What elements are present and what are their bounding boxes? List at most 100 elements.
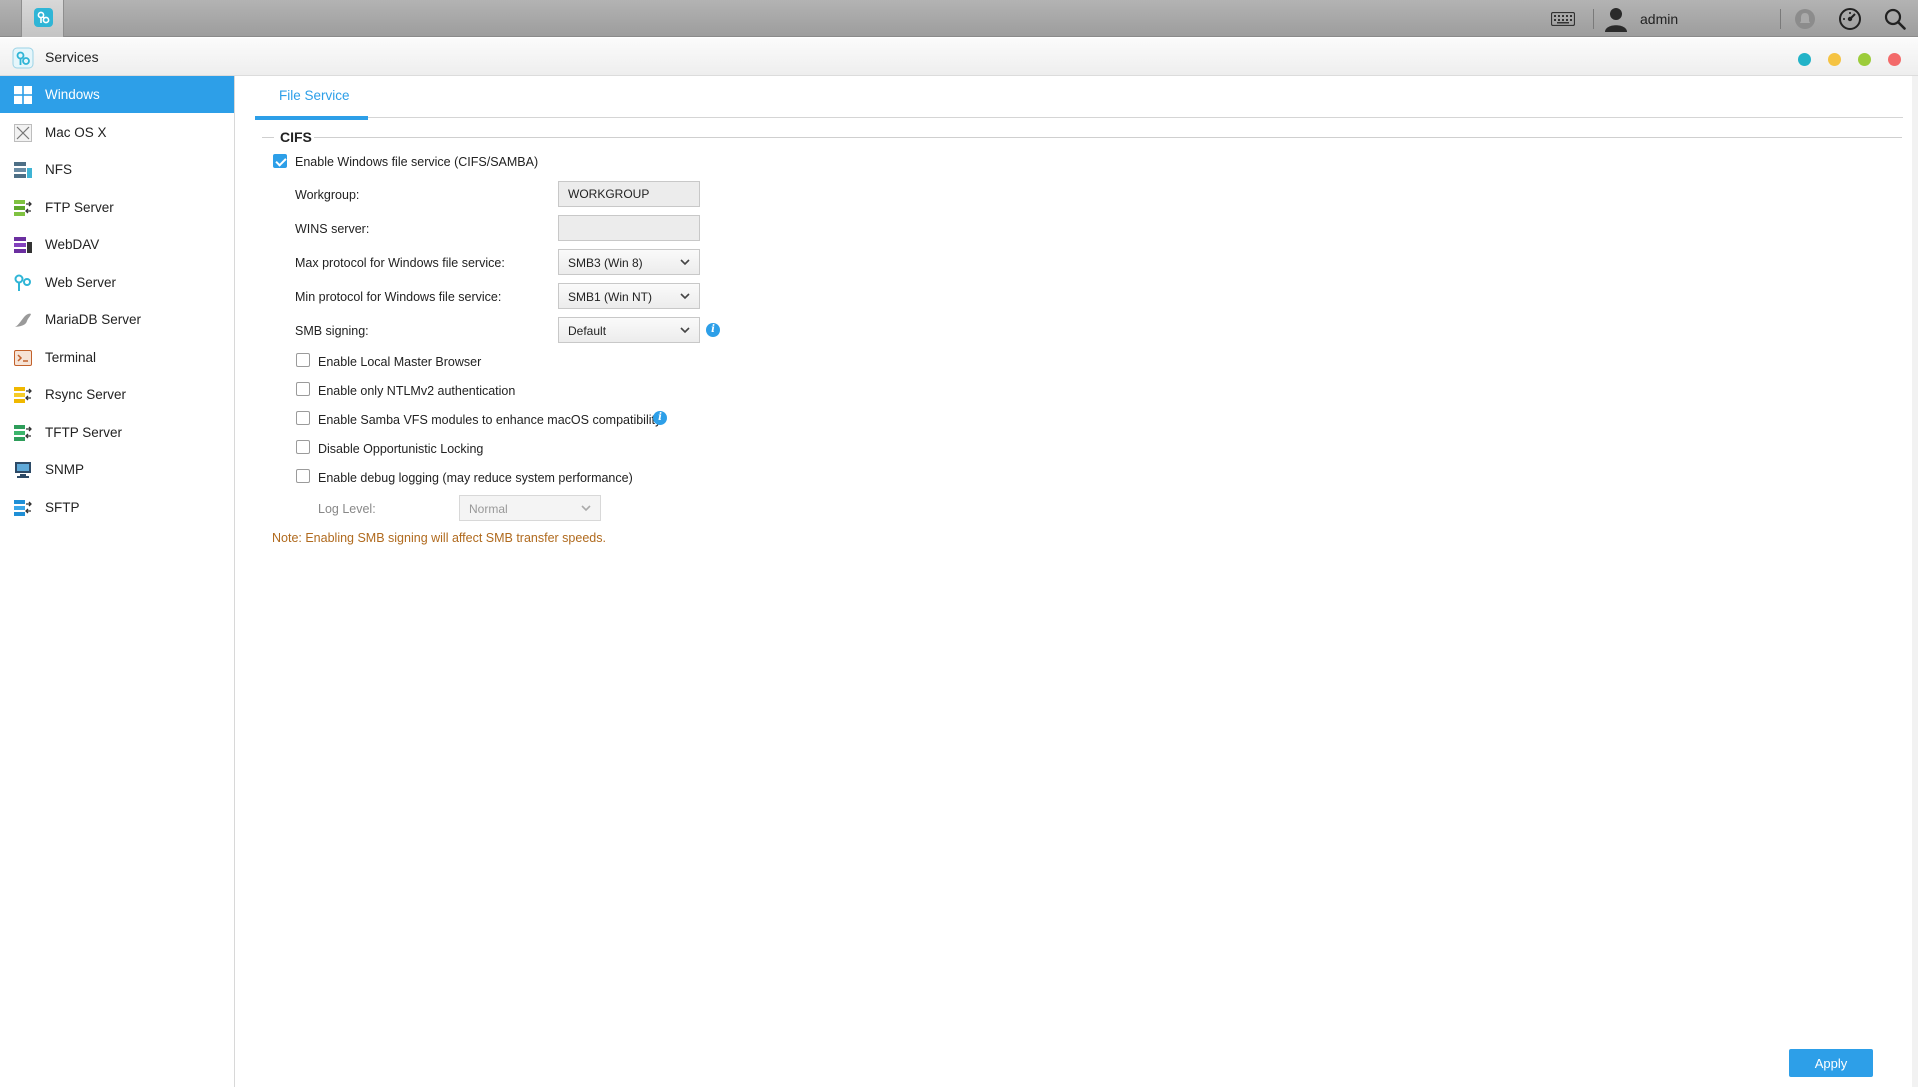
local-master-browser-label: Enable Local Master Browser bbox=[318, 355, 482, 369]
debug-logging-checkbox[interactable] bbox=[296, 469, 310, 483]
settings-panel: File Service CIFS Enable Windows file se… bbox=[236, 76, 1918, 1087]
sidebar-item-mariadb-server[interactable]: MariaDB Server bbox=[0, 301, 234, 338]
tftp-server-icon bbox=[14, 424, 32, 441]
sidebar-item-nfs[interactable]: NFS bbox=[0, 151, 234, 188]
sidebar-item-label: SNMP bbox=[45, 462, 85, 477]
sidebar-item-label: MariaDB Server bbox=[45, 312, 142, 327]
terminal-icon bbox=[14, 349, 32, 366]
section-divider bbox=[314, 137, 1902, 138]
section-title-cifs: CIFS bbox=[280, 129, 312, 145]
smb-signing-value: Default bbox=[568, 324, 607, 338]
disable-oplocks-checkbox[interactable] bbox=[296, 440, 310, 454]
ntlmv2-only-checkbox[interactable] bbox=[296, 382, 310, 396]
nfs-icon bbox=[14, 162, 32, 178]
log-level-label: Log Level: bbox=[318, 502, 376, 516]
min-protocol-value: SMB1 (Win NT) bbox=[568, 290, 652, 304]
dashboard-gauge-icon[interactable] bbox=[1838, 0, 1862, 37]
sidebar-item-label: FTP Server bbox=[45, 199, 114, 215]
sidebar-item-webdav[interactable]: WebDAV bbox=[0, 226, 234, 263]
taskbar-separator bbox=[1593, 9, 1594, 29]
user-avatar-icon bbox=[1605, 7, 1627, 32]
smb-signing-select[interactable]: Default bbox=[558, 317, 700, 343]
workgroup-label: Workgroup: bbox=[295, 188, 360, 202]
samba-vfs-label: Enable Samba VFS modules to enhance macO… bbox=[318, 413, 664, 427]
samba-vfs-info-icon[interactable]: i bbox=[653, 411, 667, 425]
chevron-down-icon bbox=[680, 259, 690, 266]
window-dot-green[interactable] bbox=[1858, 53, 1871, 66]
window-titlebar: Services bbox=[0, 38, 1918, 76]
rsync-server-icon bbox=[14, 387, 32, 403]
ntlmv2-only-label: Enable only NTLMv2 authentication bbox=[318, 384, 516, 398]
log-level-select[interactable]: Normal bbox=[459, 495, 601, 521]
sidebar-item-label: Rsync Server bbox=[45, 387, 127, 402]
sidebar-item-web-server[interactable]: Web Server bbox=[0, 264, 234, 301]
sidebar-item-ftp-server[interactable]: FTP Server bbox=[0, 189, 234, 226]
enable-cifs-checkbox[interactable] bbox=[273, 154, 287, 168]
sidebar-item-label: Windows bbox=[45, 87, 100, 102]
chevron-down-icon bbox=[581, 505, 591, 512]
sidebar-item-mac-os-x[interactable]: Mac OS X bbox=[0, 114, 234, 151]
max-protocol-select[interactable]: SMB3 (Win 8) bbox=[558, 249, 700, 275]
min-protocol-select[interactable]: SMB1 (Win NT) bbox=[558, 283, 700, 309]
chevron-down-icon bbox=[680, 293, 690, 300]
wins-server-label: WINS server: bbox=[295, 222, 370, 236]
window-close-dot-red[interactable] bbox=[1888, 53, 1901, 66]
services-window-icon bbox=[12, 47, 34, 69]
sidebar-item-tftp-server[interactable]: TFTP Server bbox=[0, 414, 234, 451]
web-server-icon bbox=[14, 274, 31, 291]
local-master-browser-checkbox[interactable] bbox=[296, 353, 310, 367]
tab-bar: File Service bbox=[255, 76, 1903, 120]
sidebar-item-label: TFTP Server bbox=[45, 424, 123, 440]
mac-os-icon bbox=[14, 123, 32, 142]
sidebar-item-windows[interactable]: Windows bbox=[0, 76, 234, 113]
sidebar-item-label: Web Server bbox=[45, 274, 117, 290]
services-sidebar: Windows Mac OS X NFS FTP Server WebDAV W… bbox=[0, 76, 235, 1087]
taskbar-services-app[interactable] bbox=[22, 0, 64, 37]
sidebar-item-label: WebDAV bbox=[45, 237, 100, 252]
keyboard-icon[interactable] bbox=[1551, 0, 1575, 37]
window-dot-yellow[interactable] bbox=[1828, 53, 1841, 66]
sidebar-item-label: SFTP bbox=[45, 499, 80, 515]
user-menu[interactable]: admin bbox=[1604, 0, 1678, 37]
wins-server-input[interactable] bbox=[558, 215, 700, 241]
apply-button[interactable]: Apply bbox=[1789, 1049, 1873, 1077]
window-scrollbar[interactable] bbox=[1912, 76, 1918, 1087]
debug-logging-label: Enable debug logging (may reduce system … bbox=[318, 471, 633, 485]
notification-icon[interactable] bbox=[1794, 0, 1816, 37]
active-tab-indicator bbox=[255, 116, 368, 120]
workgroup-input[interactable] bbox=[558, 181, 700, 207]
mariadb-icon bbox=[15, 313, 31, 327]
sidebar-item-label: Mac OS X bbox=[45, 124, 107, 140]
window-dot-teal[interactable] bbox=[1798, 53, 1811, 66]
max-protocol-value: SMB3 (Win 8) bbox=[568, 256, 643, 270]
enable-cifs-label: Enable Windows file service (CIFS/SAMBA) bbox=[295, 155, 539, 169]
ftp-server-icon bbox=[14, 199, 32, 216]
smb-signing-info-icon[interactable]: i bbox=[706, 323, 720, 337]
chevron-down-icon bbox=[680, 327, 690, 334]
smb-signing-label: SMB signing: bbox=[295, 324, 369, 338]
services-app-icon bbox=[34, 8, 53, 27]
windows-icon bbox=[14, 86, 32, 104]
sidebar-item-label: NFS bbox=[45, 162, 72, 177]
sftp-icon bbox=[14, 499, 32, 516]
sidebar-item-snmp[interactable]: SNMP bbox=[0, 451, 234, 488]
disable-oplocks-label: Disable Opportunistic Locking bbox=[318, 442, 484, 456]
log-level-value: Normal bbox=[469, 502, 508, 516]
samba-vfs-checkbox[interactable] bbox=[296, 411, 310, 425]
username-label: admin bbox=[1640, 10, 1679, 27]
smb-signing-note: Note: Enabling SMB signing will affect S… bbox=[272, 531, 606, 545]
sidebar-item-rsync-server[interactable]: Rsync Server bbox=[0, 376, 234, 413]
taskbar-separator bbox=[1780, 9, 1781, 29]
tab-label: File Service bbox=[279, 88, 350, 103]
webdav-icon bbox=[14, 237, 32, 253]
system-taskbar: admin bbox=[0, 0, 1918, 37]
taskbar-menu-toggle[interactable] bbox=[0, 0, 22, 37]
sidebar-item-sftp[interactable]: SFTP bbox=[0, 489, 234, 526]
snmp-icon bbox=[15, 462, 31, 478]
sidebar-item-terminal[interactable]: Terminal bbox=[0, 339, 234, 376]
section-divider bbox=[262, 137, 274, 138]
window-title: Services bbox=[45, 49, 99, 65]
tab-file-service[interactable]: File Service bbox=[255, 76, 368, 120]
search-icon[interactable] bbox=[1884, 0, 1906, 37]
min-protocol-label: Min protocol for Windows file service: bbox=[295, 290, 502, 304]
